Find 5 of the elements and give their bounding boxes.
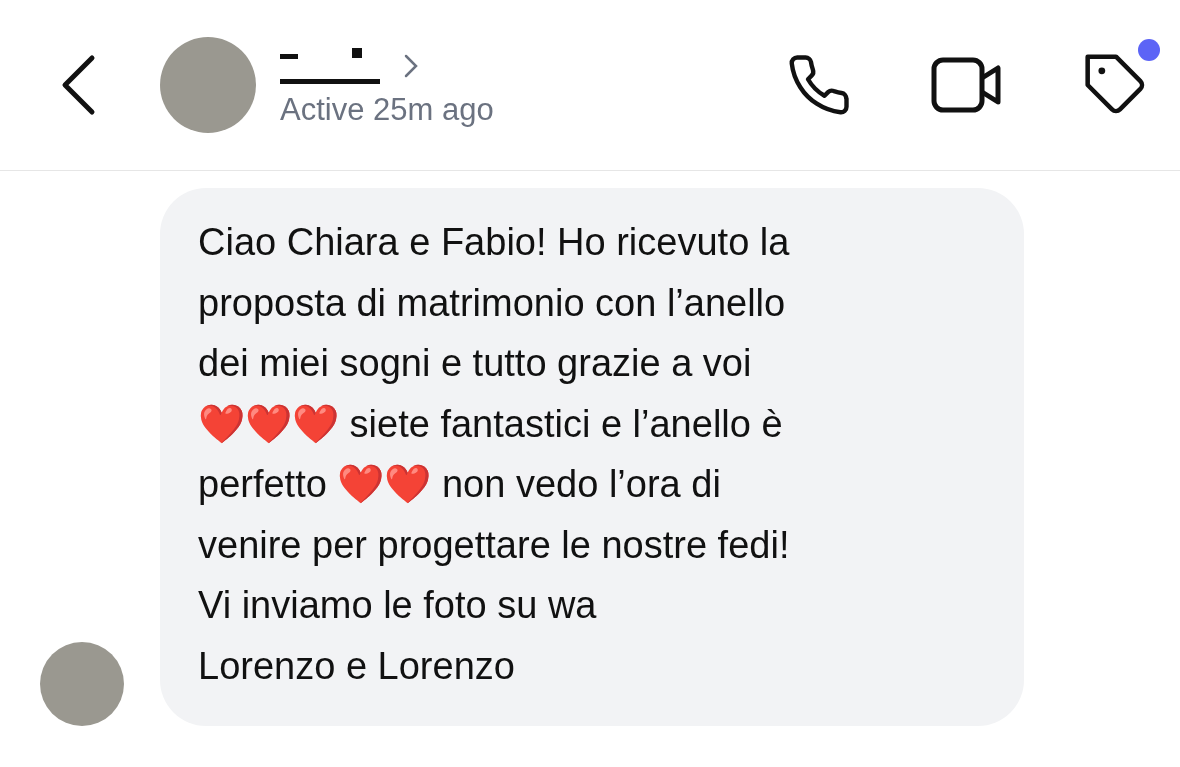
back-button[interactable] (60, 54, 96, 116)
message-bubble: Ciao Chiara e Fabio! Ho ricevuto la proposta di matrimonio con l’anello dei miei sogni e tutto grazie a voi ❤❤❤ siete fantastici e l’anello è perfetto ❤❤ non vedo l’ora di venire per progettare le nostre fedi! Vi inviamo le foto su wa Lorenzo e Lorenzo (160, 188, 1024, 726)
active-status: Active 25m ago (280, 93, 494, 125)
chevron-icon[interactable] (404, 53, 418, 78)
back-icon (60, 54, 96, 116)
